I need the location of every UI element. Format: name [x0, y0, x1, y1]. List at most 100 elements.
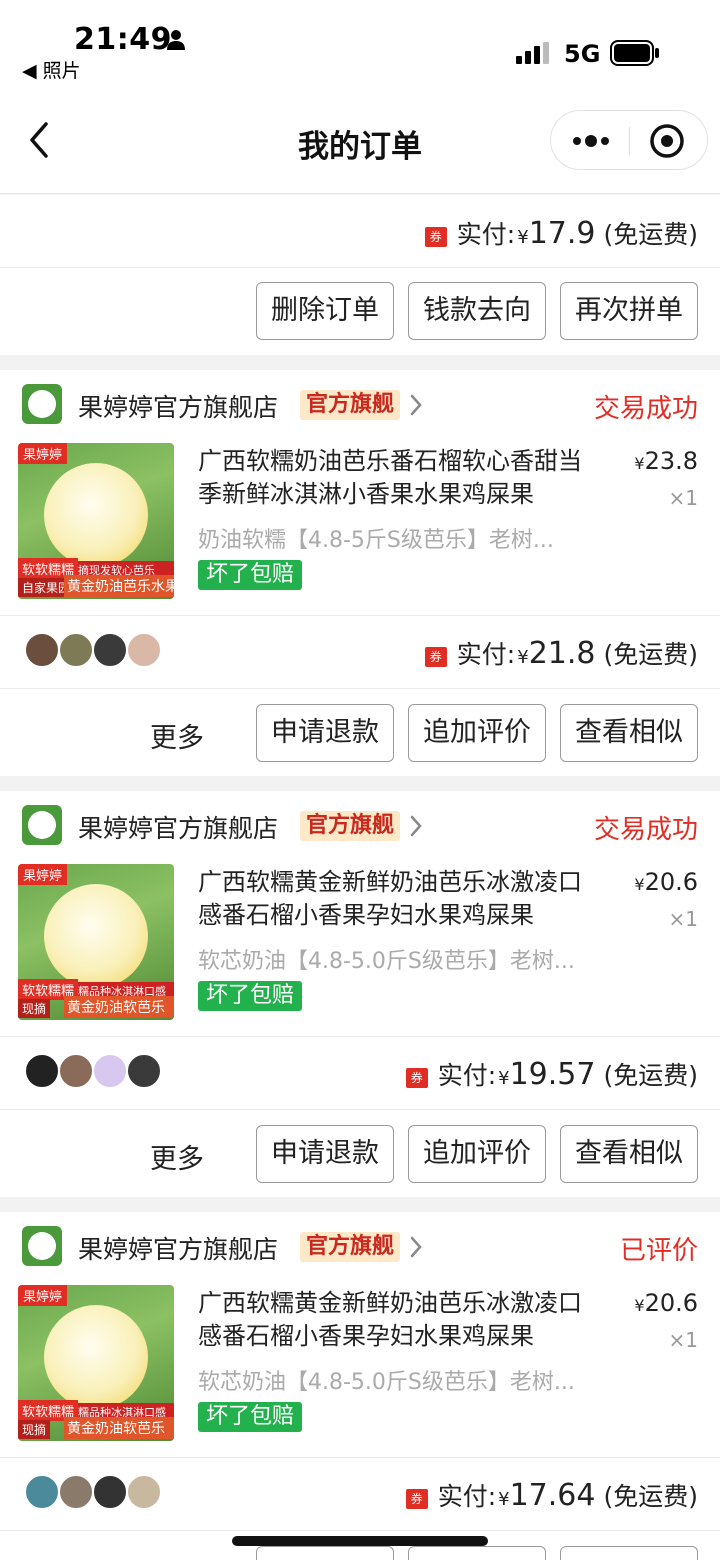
product-title[interactable]: 广西软糯奶油芭乐番石榴软心香甜当季新鲜冰淇淋小香果水果鸡屎果 — [198, 445, 598, 511]
guava-image — [44, 884, 148, 988]
avatar — [92, 1474, 128, 1510]
add-review-button[interactable]: 追加评价 — [408, 704, 546, 762]
product-spec: 奶油软糯【4.8-5斤S级芭乐】老树... — [198, 528, 554, 553]
price-value: 20.6 — [644, 868, 698, 896]
avatar — [58, 1474, 94, 1510]
request-refund-button[interactable]: 申请退款 — [256, 1125, 394, 1183]
paid-amount: 券 实付: ¥ 21.8 (免运费) — [424, 635, 698, 671]
price-currency: ¥ — [634, 875, 645, 894]
avatar — [92, 1053, 128, 1089]
chevron-right-icon[interactable] — [408, 813, 424, 839]
status-bar: 21:49 ◀ 照片 5G — [0, 0, 720, 96]
nav-bar: 我的订单 — [0, 96, 720, 194]
shop-logo — [22, 805, 62, 845]
currency-symbol: ¥ — [517, 647, 529, 668]
shipping-note: (免运费) — [603, 1061, 698, 1090]
more-actions-link[interactable]: 更多 — [150, 716, 204, 755]
guarantee-badge: 坏了包赔 — [198, 981, 303, 1011]
avatar — [92, 632, 128, 668]
paid-label: 实付: — [437, 1061, 497, 1090]
back-to-app-link[interactable]: ◀ 照片 — [22, 56, 81, 83]
shipping-note: (免运费) — [603, 1482, 698, 1511]
product-thumbnail[interactable]: 果婷婷 现摘现发软心芭乐 软软糯糯 自家果园 黄金奶油芭乐水果 — [18, 443, 174, 599]
person-icon — [167, 30, 185, 50]
avatar — [24, 632, 60, 668]
thumb-tag-label-2: 现摘 — [18, 999, 51, 1018]
currency-symbol: ¥ — [517, 227, 529, 248]
paid-value: 17.9 — [528, 216, 596, 251]
view-similar-button[interactable]: 查看相似 — [560, 704, 698, 762]
thumb-tag-label-2: 现摘 — [18, 1420, 51, 1439]
order-status: 交易成功 — [593, 815, 698, 845]
product-price: ¥20.6 — [634, 1289, 698, 1317]
price-value: 23.8 — [644, 447, 698, 475]
avatar — [126, 1474, 162, 1510]
signal-icon — [516, 42, 549, 64]
action-button[interactable] — [408, 1546, 546, 1560]
home-indicator[interactable] — [232, 1536, 488, 1546]
action-button[interactable] — [256, 1546, 394, 1560]
paid-label: 实付: — [437, 1482, 497, 1511]
product-title[interactable]: 广西软糯黄金新鲜奶油芭乐冰激凌口感番石榴小香果孕妇水果鸡屎果 — [198, 866, 598, 932]
avatar — [126, 632, 162, 668]
currency-symbol: ¥ — [498, 1489, 510, 1510]
product-price: ¥23.8 — [634, 447, 698, 475]
add-review-button[interactable]: 追加评价 — [408, 1125, 546, 1183]
network-type: 5G — [564, 40, 601, 68]
shipping-note: (免运费) — [603, 640, 698, 669]
chevron-right-icon[interactable] — [408, 392, 424, 418]
more-actions-link[interactable]: 更多 — [150, 1137, 204, 1176]
shipping-note: (免运费) — [603, 220, 698, 249]
view-similar-button[interactable]: 查看相似 — [560, 1125, 698, 1183]
paid-label: 实付: — [456, 640, 516, 669]
product-quantity: ×1 — [668, 1328, 698, 1352]
avatar — [24, 1053, 60, 1089]
money-flow-button[interactable]: 钱款去向 — [408, 282, 546, 340]
avatar — [58, 632, 94, 668]
order-card[interactable]: 果婷婷官方旗舰店 官方旗舰 交易成功 果婷婷 现摘现发软心芭乐 软软糯糯 自家果… — [0, 370, 720, 776]
shop-logo — [22, 1226, 62, 1266]
official-store-tag: 官方旗舰 — [300, 390, 401, 420]
thumb-product-label: 黄金奶油软芭乐 — [64, 1417, 174, 1439]
shop-logo — [22, 384, 62, 424]
paid-value: 19.57 — [509, 1057, 596, 1092]
delete-order-button[interactable]: 删除订单 — [256, 282, 394, 340]
official-store-tag: 官方旗舰 — [300, 811, 401, 841]
product-spec: 软芯奶油【4.8-5.0斤S级芭乐】老树... — [198, 949, 575, 974]
guava-image — [44, 463, 148, 567]
shop-name[interactable]: 果婷婷官方旗舰店 — [78, 1230, 278, 1266]
reorder-button[interactable]: 再次拼单 — [560, 282, 698, 340]
price-currency: ¥ — [634, 454, 645, 473]
coupon-icon: 券 — [424, 227, 447, 247]
paid-label: 实付: — [456, 220, 516, 249]
close-miniprogram-icon[interactable] — [649, 123, 685, 159]
thumb-product-label: 黄金奶油芭乐水果 — [64, 575, 174, 597]
order-status: 交易成功 — [593, 394, 698, 424]
paid-amount: 券 实付: ¥ 17.64 (免运费) — [405, 1477, 698, 1513]
avatar — [24, 1474, 60, 1510]
thumb-brand-label: 果婷婷 — [18, 864, 68, 885]
chevron-right-icon[interactable] — [408, 1234, 424, 1260]
request-refund-button[interactable]: 申请退款 — [256, 704, 394, 762]
action-button[interactable] — [560, 1546, 698, 1560]
paid-amount: 券 实付: ¥ 17.9 (免运费) — [424, 215, 698, 251]
price-value: 20.6 — [644, 1289, 698, 1317]
product-price: ¥20.6 — [634, 868, 698, 896]
product-title[interactable]: 广西软糯黄金新鲜奶油芭乐冰激凌口感番石榴小香果孕妇水果鸡屎果 — [198, 1287, 598, 1353]
shop-name[interactable]: 果婷婷官方旗舰店 — [78, 388, 278, 424]
capsule-divider — [629, 127, 630, 155]
official-store-tag: 官方旗舰 — [300, 1232, 401, 1262]
shop-name[interactable]: 果婷婷官方旗舰店 — [78, 809, 278, 845]
currency-symbol: ¥ — [498, 1068, 510, 1089]
miniprogram-capsule — [550, 110, 708, 170]
order-card[interactable]: 果婷婷官方旗舰店 官方旗舰 交易成功 果婷婷 软糯品种冰淇淋口感 软软糯糯 现摘… — [0, 791, 720, 1197]
order-card[interactable]: 果婷婷官方旗舰店 官方旗舰 已评价 果婷婷 软糯品种冰淇淋口感 软软糯糯 现摘 … — [0, 1212, 720, 1560]
product-quantity: ×1 — [668, 907, 698, 931]
guarantee-badge: 坏了包赔 — [198, 1402, 303, 1432]
product-thumbnail[interactable]: 果婷婷 软糯品种冰淇淋口感 软软糯糯 现摘 黄金奶油软芭乐 — [18, 1285, 174, 1441]
product-thumbnail[interactable]: 果婷婷 软糯品种冰淇淋口感 软软糯糯 现摘 黄金奶油软芭乐 — [18, 864, 174, 1020]
status-time: 21:49 — [74, 22, 172, 57]
more-dots-icon[interactable] — [569, 125, 613, 157]
guarantee-badge: 坏了包赔 — [198, 560, 303, 590]
paid-amount: 券 实付: ¥ 19.57 (免运费) — [405, 1056, 698, 1092]
